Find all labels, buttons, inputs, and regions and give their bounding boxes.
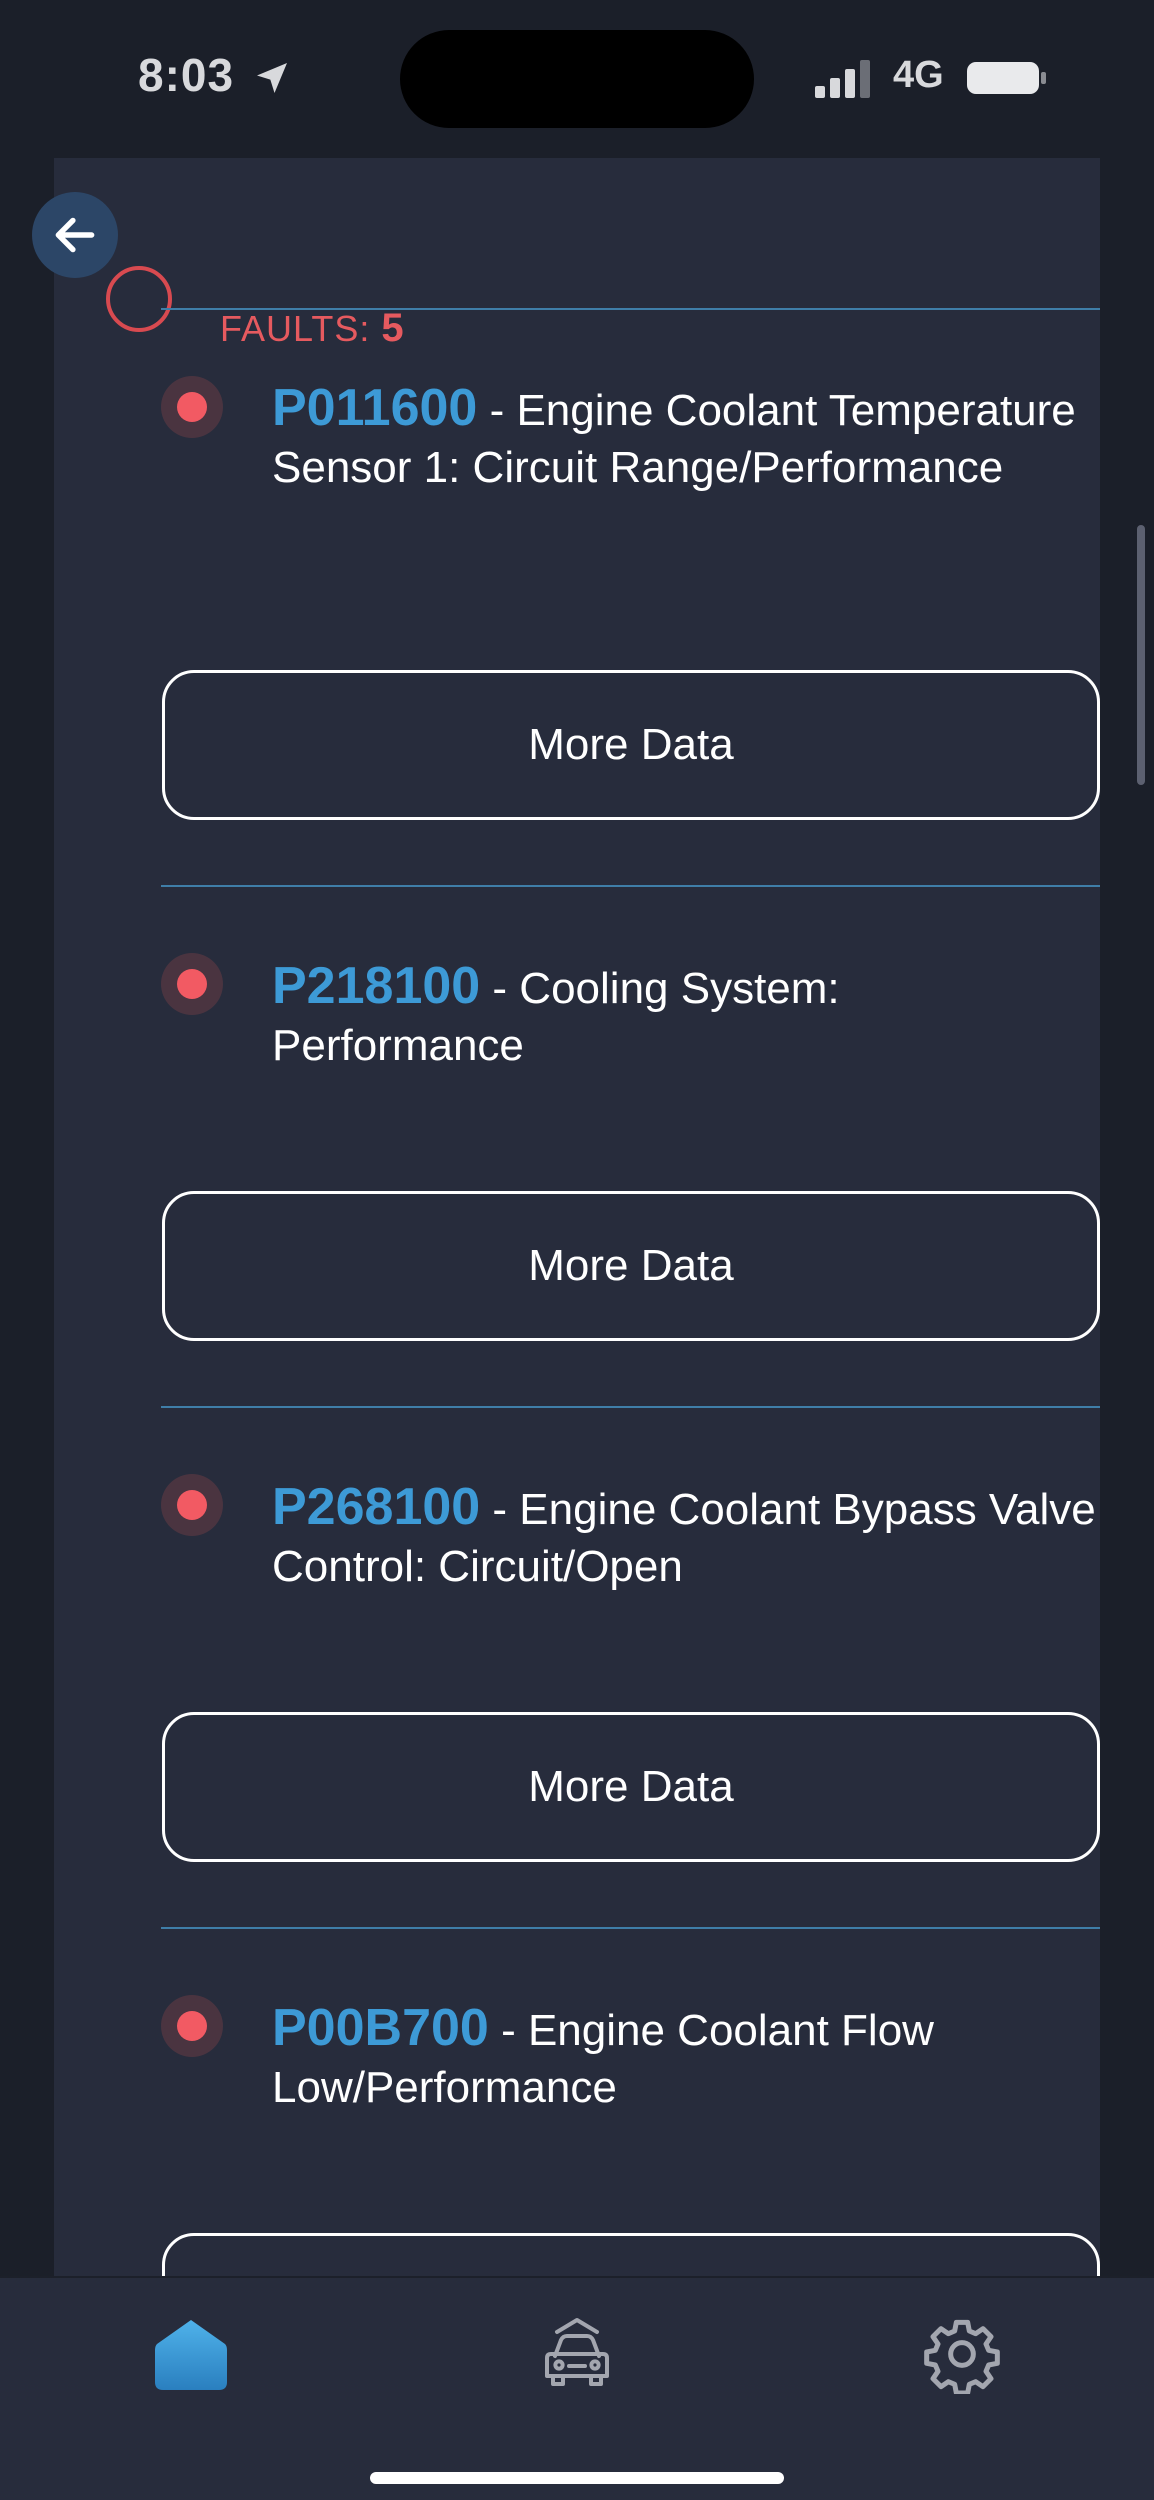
fault-indicator-icon (161, 953, 223, 1015)
faults-count: 5 (381, 306, 405, 350)
back-button[interactable] (32, 192, 118, 278)
more-data-button[interactable]: More Data (162, 670, 1100, 820)
bottom-tab-bar (0, 2276, 1154, 2500)
faults-label: FAULTS: (220, 308, 371, 349)
status-bar: 8:03 4G (0, 0, 1154, 158)
fault-code: P268100 (272, 1478, 481, 1536)
faults-card: FAULTS: 5 P011600 - Engine Coolant Tempe… (54, 158, 1100, 2276)
car-icon[interactable] (537, 2314, 617, 2394)
fault-item: P218100 - Cooling System: Performance (272, 958, 1100, 1074)
battery-icon (967, 62, 1046, 94)
faults-summary: FAULTS: 5 (220, 306, 405, 351)
fault-indicator-icon (161, 1995, 223, 2057)
gear-icon[interactable] (922, 2314, 1002, 2394)
divider (161, 1406, 1100, 1408)
more-data-button[interactable]: More Data (162, 1191, 1100, 1341)
status-time: 8:03 (138, 49, 235, 101)
more-data-button[interactable] (162, 2233, 1100, 2276)
fault-indicator-icon (161, 1474, 223, 1536)
dynamic-island (400, 30, 754, 128)
signal-icon (815, 60, 870, 98)
divider (161, 1927, 1100, 1929)
home-indicator[interactable] (370, 2472, 784, 2484)
fault-indicator-icon (161, 376, 223, 438)
fault-item: P011600 - Engine Coolant Temperature Sen… (272, 380, 1100, 496)
network-type: 4G (893, 54, 944, 96)
location-arrow-icon (257, 63, 287, 93)
fault-code: P011600 (272, 379, 478, 437)
divider (161, 308, 1100, 310)
more-data-button[interactable]: More Data (162, 1712, 1100, 1862)
fault-item: P00B700 - Engine Coolant Flow Low/Perfor… (272, 2000, 1100, 2116)
fault-status-circle (106, 266, 172, 332)
app-screen: 8:03 4G FAULTS: 5 P011600 - Engine Coola… (0, 0, 1154, 2500)
page-margin (1100, 158, 1154, 2276)
fault-code: P00B700 (272, 1999, 489, 2057)
home-icon[interactable] (151, 2314, 231, 2394)
divider (161, 885, 1100, 887)
fault-code: P218100 (272, 957, 481, 1015)
arrow-left-icon (55, 217, 95, 253)
scrollbar[interactable] (1137, 525, 1145, 785)
fault-item: P268100 - Engine Coolant Bypass Valve Co… (272, 1479, 1100, 1595)
